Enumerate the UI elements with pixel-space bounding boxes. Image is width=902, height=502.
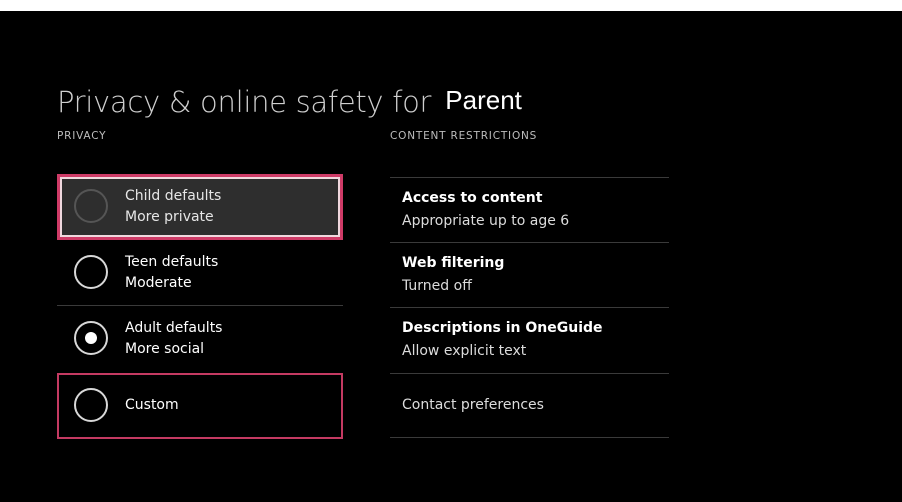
privacy-option-label: Custom	[125, 395, 179, 416]
content-item-heading: Web filtering	[402, 255, 505, 271]
privacy-option-title: Custom	[125, 397, 179, 413]
privacy-section-header: PRIVACY	[57, 130, 107, 142]
privacy-option-title: Adult defaults	[125, 320, 223, 336]
privacy-option-teen-defaults[interactable]: Teen defaults Moderate	[57, 240, 343, 306]
content-item-heading: Access to content	[402, 190, 543, 206]
radio-button-selected[interactable]	[74, 321, 108, 355]
page-title-text: Privacy & online safety for	[57, 85, 432, 119]
radio-button-unselected[interactable]	[74, 388, 108, 422]
content-item-heading: Descriptions in OneGuide	[402, 320, 603, 336]
access-to-content-item[interactable]: Access to content Appropriate up to age …	[390, 177, 669, 242]
content-restrictions-header: CONTENT RESTRICTIONS	[390, 130, 538, 142]
web-filtering-item[interactable]: Web filtering Turned off	[390, 242, 669, 307]
privacy-option-title: Child defaults	[125, 188, 222, 204]
radio-selected-dot-icon	[85, 332, 97, 344]
content-item-value: Turned off	[402, 278, 472, 294]
contact-preferences-item[interactable]: Contact preferences	[390, 373, 669, 438]
privacy-option-custom[interactable]: Custom	[57, 373, 343, 439]
privacy-option-child-defaults[interactable]: Child defaults More private	[57, 174, 343, 240]
privacy-option-description: More social	[125, 341, 205, 357]
privacy-option-description: Moderate	[125, 275, 192, 291]
radio-button-unselected[interactable]	[74, 189, 108, 223]
privacy-option-label: Teen defaults Moderate	[125, 252, 218, 294]
privacy-option-label: Child defaults More private	[125, 186, 221, 228]
settings-screen: Privacy & online safety for Parent PRIVA…	[0, 11, 902, 502]
privacy-option-adult-defaults[interactable]: Adult defaults More social	[57, 306, 343, 372]
oneguide-descriptions-item[interactable]: Descriptions in OneGuide Allow explicit …	[390, 307, 669, 372]
account-name: Parent	[445, 85, 522, 115]
content-item-label: Contact preferences	[402, 397, 544, 413]
privacy-option-label: Adult defaults More social	[125, 318, 222, 360]
page-title: Privacy & online safety for Parent	[57, 82, 522, 127]
content-item-value: Appropriate up to age 6	[402, 213, 570, 229]
privacy-option-description: More private	[125, 209, 214, 225]
privacy-option-title: Teen defaults	[125, 254, 219, 270]
content-item-value: Allow explicit text	[402, 343, 527, 359]
radio-button-unselected[interactable]	[74, 255, 108, 289]
